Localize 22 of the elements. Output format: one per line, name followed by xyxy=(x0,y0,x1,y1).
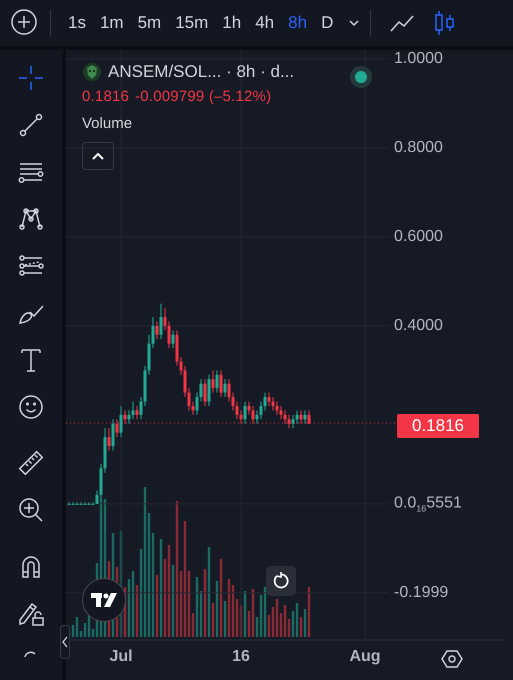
price-axis-label: -0.1999 xyxy=(394,584,448,602)
price-axis-label: 0.0$_{16}$5551 xyxy=(394,494,462,514)
volume-label[interactable]: Volume xyxy=(82,115,294,132)
price-axis-label: 0.6000 xyxy=(394,228,443,246)
interval-tab[interactable]: 1h xyxy=(215,9,248,37)
time-axis-label: Aug xyxy=(349,648,381,666)
last-price: 0.1816 xyxy=(82,88,130,105)
interval-tab[interactable]: 15m xyxy=(168,9,216,37)
price-axis-label: 0.8000 xyxy=(394,138,443,157)
time-axis-label: Jul xyxy=(109,648,133,666)
interval-tab[interactable]: D xyxy=(314,9,340,37)
symbol-title[interactable]: ANSEM/SOL... · 8h · d... xyxy=(108,62,294,82)
interval-tab[interactable]: 1m xyxy=(92,9,131,37)
price-change: -0.009799 (–5.12%) xyxy=(135,88,272,105)
time-axis-label: 16 xyxy=(232,648,250,666)
last-price-label: 0.1816 xyxy=(397,414,479,438)
interval-tab[interactable]: 5m xyxy=(130,9,168,37)
price-axis-label: 1.0000 xyxy=(394,50,443,68)
interval-tab[interactable]: 4h xyxy=(248,9,282,37)
price-axis-label: 0.4000 xyxy=(394,316,443,335)
interval-tab[interactable]: 8h xyxy=(281,9,314,37)
interval-tab[interactable]: 1s xyxy=(61,9,93,37)
